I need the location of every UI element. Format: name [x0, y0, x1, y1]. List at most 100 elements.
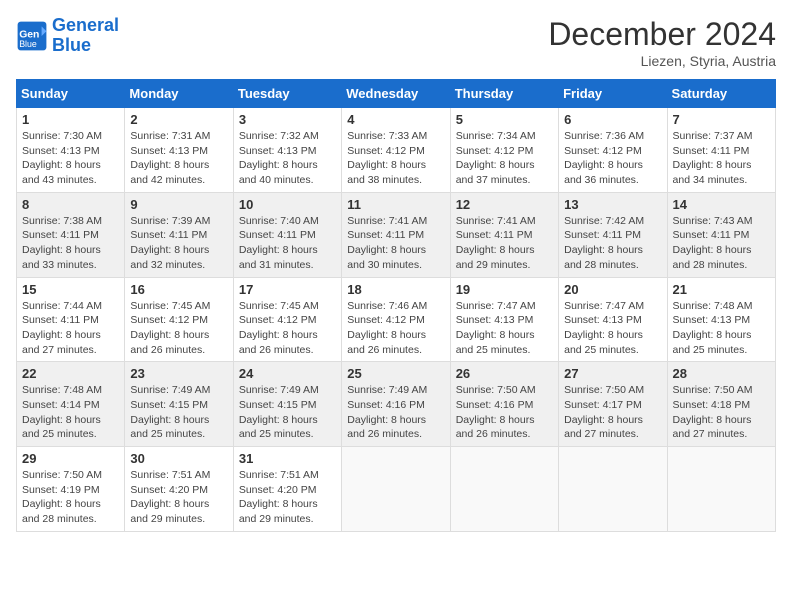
day-cell: 31 Sunrise: 7:51 AMSunset: 4:20 PMDayligh…: [233, 447, 341, 532]
day-info: Sunrise: 7:45 AMSunset: 4:12 PMDaylight:…: [239, 299, 336, 358]
day-cell: 2 Sunrise: 7:31 AMSunset: 4:13 PMDaylight…: [125, 108, 233, 193]
day-number: 1: [22, 112, 119, 127]
day-info: Sunrise: 7:50 AMSunset: 4:17 PMDaylight:…: [564, 383, 661, 442]
logo-text: General Blue: [52, 16, 119, 56]
day-info: Sunrise: 7:51 AMSunset: 4:20 PMDaylight:…: [239, 468, 336, 527]
day-cell: [667, 447, 775, 532]
day-info: Sunrise: 7:41 AMSunset: 4:11 PMDaylight:…: [456, 214, 553, 273]
day-cell: 17Sunrise: 7:45 AMSunset: 4:12 PMDayligh…: [233, 277, 341, 362]
day-number: 27: [564, 366, 661, 381]
day-number: 22: [22, 366, 119, 381]
location-subtitle: Liezen, Styria, Austria: [548, 53, 776, 69]
day-header-wednesday: Wednesday: [342, 80, 450, 108]
day-number: 30: [130, 451, 227, 466]
day-cell: 11Sunrise: 7:41 AMSunset: 4:11 PMDayligh…: [342, 192, 450, 277]
day-cell: 5 Sunrise: 7:34 AMSunset: 4:12 PMDaylight…: [450, 108, 558, 193]
day-number: 15: [22, 282, 119, 297]
day-number: 20: [564, 282, 661, 297]
day-cell: 4 Sunrise: 7:33 AMSunset: 4:12 PMDaylight…: [342, 108, 450, 193]
day-number: 2: [130, 112, 227, 127]
day-cell: 7 Sunrise: 7:37 AMSunset: 4:11 PMDaylight…: [667, 108, 775, 193]
day-number: 24: [239, 366, 336, 381]
day-cell: 30 Sunrise: 7:51 AMSunset: 4:20 PMDayligh…: [125, 447, 233, 532]
day-number: 9: [130, 197, 227, 212]
day-number: 31: [239, 451, 336, 466]
week-row-3: 15Sunrise: 7:44 AMSunset: 4:11 PMDayligh…: [17, 277, 776, 362]
day-info: Sunrise: 7:47 AMSunset: 4:13 PMDaylight:…: [564, 299, 661, 358]
week-row-5: 29 Sunrise: 7:50 AMSunset: 4:19 PMDayligh…: [17, 447, 776, 532]
day-cell: 15Sunrise: 7:44 AMSunset: 4:11 PMDayligh…: [17, 277, 125, 362]
day-cell: 8 Sunrise: 7:38 AMSunset: 4:11 PMDaylight…: [17, 192, 125, 277]
day-number: 8: [22, 197, 119, 212]
day-header-saturday: Saturday: [667, 80, 775, 108]
day-header-monday: Monday: [125, 80, 233, 108]
day-header-thursday: Thursday: [450, 80, 558, 108]
day-number: 11: [347, 197, 444, 212]
day-info: Sunrise: 7:42 AMSunset: 4:11 PMDaylight:…: [564, 214, 661, 273]
day-number: 23: [130, 366, 227, 381]
calendar-header-row: SundayMondayTuesdayWednesdayThursdayFrid…: [17, 80, 776, 108]
logo: Gen Blue General Blue: [16, 16, 119, 56]
day-number: 10: [239, 197, 336, 212]
day-cell: 3 Sunrise: 7:32 AMSunset: 4:13 PMDaylight…: [233, 108, 341, 193]
day-number: 29: [22, 451, 119, 466]
day-info: Sunrise: 7:37 AMSunset: 4:11 PMDaylight:…: [673, 129, 770, 188]
day-info: Sunrise: 7:31 AMSunset: 4:13 PMDaylight:…: [130, 129, 227, 188]
day-number: 5: [456, 112, 553, 127]
day-info: Sunrise: 7:38 AMSunset: 4:11 PMDaylight:…: [22, 214, 119, 273]
day-cell: 21Sunrise: 7:48 AMSunset: 4:13 PMDayligh…: [667, 277, 775, 362]
day-info: Sunrise: 7:49 AMSunset: 4:15 PMDaylight:…: [239, 383, 336, 442]
day-cell: 18Sunrise: 7:46 AMSunset: 4:12 PMDayligh…: [342, 277, 450, 362]
day-cell: 14 Sunrise: 7:43 AMSunset: 4:11 PMDayligh…: [667, 192, 775, 277]
week-row-2: 8 Sunrise: 7:38 AMSunset: 4:11 PMDaylight…: [17, 192, 776, 277]
day-cell: 12 Sunrise: 7:41 AMSunset: 4:11 PMDayligh…: [450, 192, 558, 277]
svg-text:Blue: Blue: [19, 39, 37, 49]
day-cell: 20 Sunrise: 7:47 AMSunset: 4:13 PMDayligh…: [559, 277, 667, 362]
day-cell: 29 Sunrise: 7:50 AMSunset: 4:19 PMDayligh…: [17, 447, 125, 532]
month-title: December 2024: [548, 16, 776, 53]
day-info: Sunrise: 7:33 AMSunset: 4:12 PMDaylight:…: [347, 129, 444, 188]
day-info: Sunrise: 7:32 AMSunset: 4:13 PMDaylight:…: [239, 129, 336, 188]
day-info: Sunrise: 7:30 AMSunset: 4:13 PMDaylight:…: [22, 129, 119, 188]
day-cell: 26Sunrise: 7:50 AMSunset: 4:16 PMDayligh…: [450, 362, 558, 447]
day-number: 19: [456, 282, 553, 297]
day-info: Sunrise: 7:51 AMSunset: 4:20 PMDaylight:…: [130, 468, 227, 527]
day-number: 4: [347, 112, 444, 127]
day-info: Sunrise: 7:43 AMSunset: 4:11 PMDaylight:…: [673, 214, 770, 273]
day-cell: 9 Sunrise: 7:39 AMSunset: 4:11 PMDaylight…: [125, 192, 233, 277]
day-cell: 10Sunrise: 7:40 AMSunset: 4:11 PMDayligh…: [233, 192, 341, 277]
day-number: 6: [564, 112, 661, 127]
day-info: Sunrise: 7:49 AMSunset: 4:16 PMDaylight:…: [347, 383, 444, 442]
day-info: Sunrise: 7:34 AMSunset: 4:12 PMDaylight:…: [456, 129, 553, 188]
day-cell: 19 Sunrise: 7:47 AMSunset: 4:13 PMDayligh…: [450, 277, 558, 362]
day-number: 18: [347, 282, 444, 297]
day-info: Sunrise: 7:49 AMSunset: 4:15 PMDaylight:…: [130, 383, 227, 442]
week-row-4: 22Sunrise: 7:48 AMSunset: 4:14 PMDayligh…: [17, 362, 776, 447]
day-cell: 25 Sunrise: 7:49 AMSunset: 4:16 PMDayligh…: [342, 362, 450, 447]
logo-icon: Gen Blue: [16, 20, 48, 52]
day-info: Sunrise: 7:50 AMSunset: 4:19 PMDaylight:…: [22, 468, 119, 527]
day-info: Sunrise: 7:50 AMSunset: 4:18 PMDaylight:…: [673, 383, 770, 442]
day-info: Sunrise: 7:48 AMSunset: 4:13 PMDaylight:…: [673, 299, 770, 358]
day-cell: 13 Sunrise: 7:42 AMSunset: 4:11 PMDayligh…: [559, 192, 667, 277]
day-cell: 22Sunrise: 7:48 AMSunset: 4:14 PMDayligh…: [17, 362, 125, 447]
day-number: 7: [673, 112, 770, 127]
day-cell: 16 Sunrise: 7:45 AMSunset: 4:12 PMDayligh…: [125, 277, 233, 362]
page-header: Gen Blue General Blue December 2024 Liez…: [16, 16, 776, 69]
day-number: 14: [673, 197, 770, 212]
day-number: 12: [456, 197, 553, 212]
day-number: 16: [130, 282, 227, 297]
day-number: 13: [564, 197, 661, 212]
day-info: Sunrise: 7:45 AMSunset: 4:12 PMDaylight:…: [130, 299, 227, 358]
day-cell: [450, 447, 558, 532]
day-info: Sunrise: 7:36 AMSunset: 4:12 PMDaylight:…: [564, 129, 661, 188]
day-cell: 1 Sunrise: 7:30 AMSunset: 4:13 PMDaylight…: [17, 108, 125, 193]
day-number: 25: [347, 366, 444, 381]
day-info: Sunrise: 7:50 AMSunset: 4:16 PMDaylight:…: [456, 383, 553, 442]
day-info: Sunrise: 7:39 AMSunset: 4:11 PMDaylight:…: [130, 214, 227, 273]
day-cell: 24 Sunrise: 7:49 AMSunset: 4:15 PMDayligh…: [233, 362, 341, 447]
day-cell: [559, 447, 667, 532]
day-cell: 28Sunrise: 7:50 AMSunset: 4:18 PMDayligh…: [667, 362, 775, 447]
day-info: Sunrise: 7:47 AMSunset: 4:13 PMDaylight:…: [456, 299, 553, 358]
day-number: 3: [239, 112, 336, 127]
